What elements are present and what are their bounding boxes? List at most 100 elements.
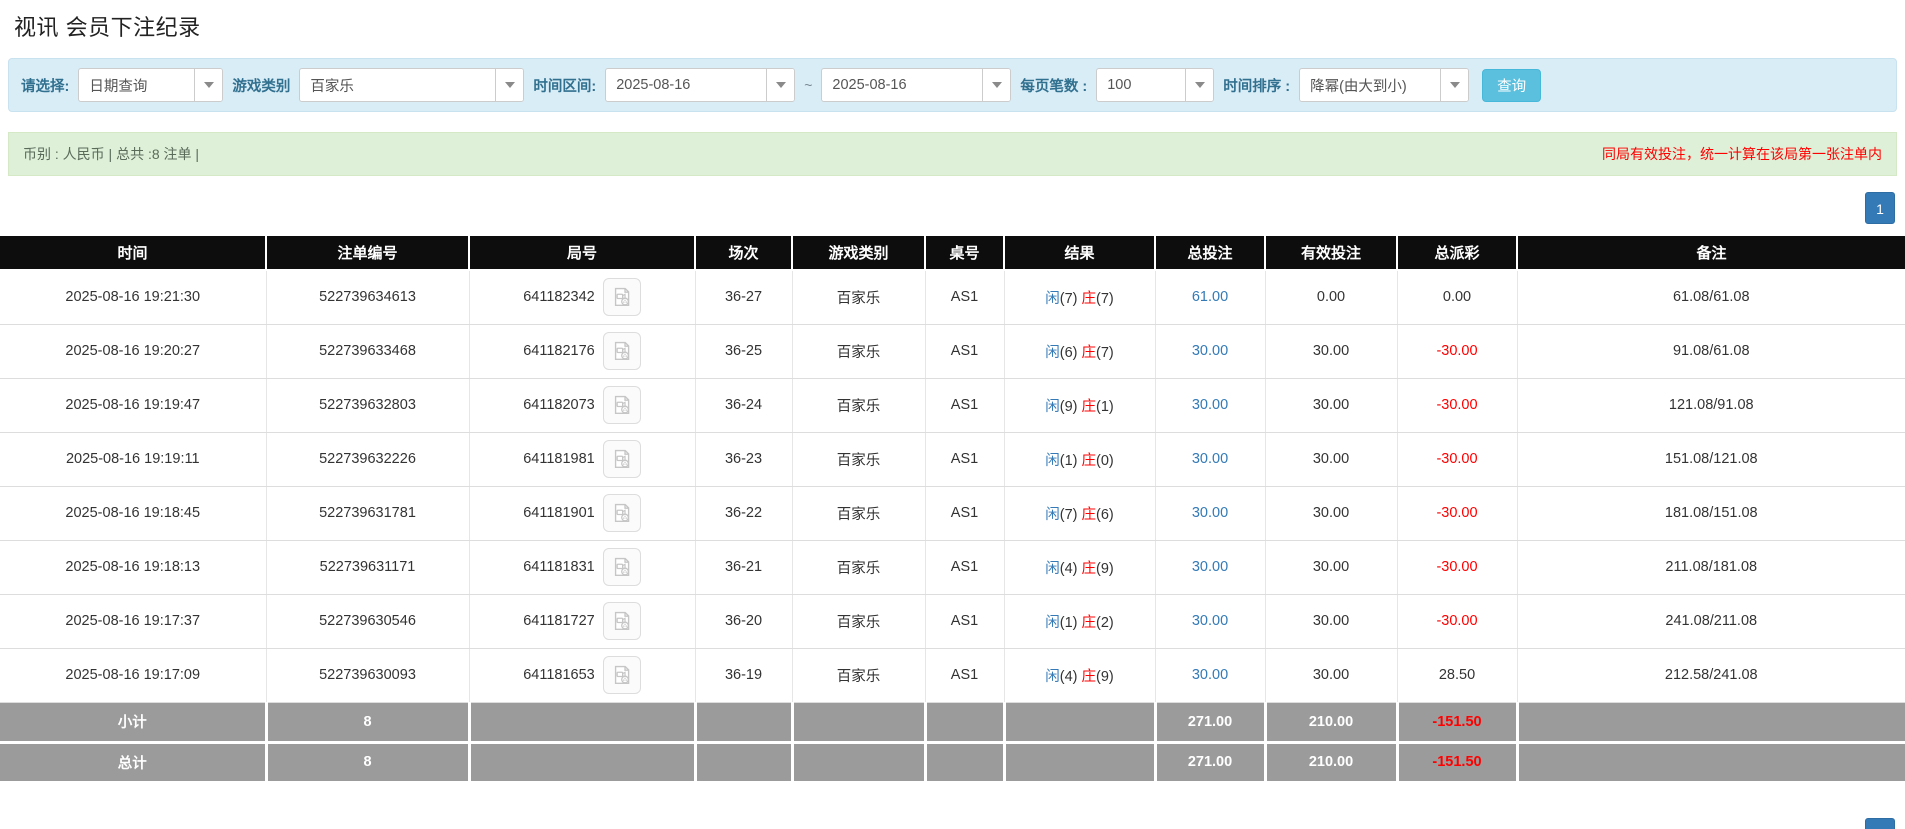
result-player: 闲: [1045, 291, 1060, 307]
payout-cell: -30.00: [1397, 324, 1517, 378]
chevron-down-icon: [194, 69, 222, 101]
round-id-cell: 641181981: [469, 432, 695, 486]
game-type-cell: 百家乐: [792, 540, 925, 594]
result-banker: 庄: [1082, 399, 1097, 415]
page-1-button[interactable]: 1: [1865, 192, 1895, 224]
total-row-cell: [925, 742, 1004, 782]
date-from-select[interactable]: 2025-08-16: [605, 68, 795, 102]
column-header: 局号: [469, 236, 695, 270]
video-replay-icon: [611, 610, 633, 632]
subtotal-row: 小计8271.00210.00-151.50: [0, 702, 1905, 742]
pagination-top: 1: [10, 192, 1895, 224]
result-player: 闲: [1045, 399, 1060, 415]
column-header: 总派彩: [1397, 236, 1517, 270]
round-number: 641182342: [523, 289, 595, 305]
game-type-cell: 百家乐: [792, 594, 925, 648]
game-type-select[interactable]: 百家乐: [299, 68, 524, 102]
result-cell: 闲(4) 庄(9): [1004, 540, 1155, 594]
table-no-cell: AS1: [925, 378, 1004, 432]
total-bet-link[interactable]: 30.00: [1192, 343, 1228, 359]
bet-id-cell: 522739630546: [266, 594, 469, 648]
round-id-cell: 641181727: [469, 594, 695, 648]
total-bet-link[interactable]: 30.00: [1192, 559, 1228, 575]
video-replay-button[interactable]: [603, 494, 641, 532]
result-cell: 闲(9) 庄(1): [1004, 378, 1155, 432]
round-number: 641182073: [523, 397, 595, 413]
query-type-select[interactable]: 日期查询: [78, 68, 223, 102]
payout-cell: 28.50: [1397, 648, 1517, 702]
total-row-cell: [1517, 742, 1905, 782]
game-type-cell: 百家乐: [792, 324, 925, 378]
subtotal-row-cell: 8: [266, 702, 469, 742]
subtotal-row-cell: 小计: [0, 702, 266, 742]
result-cell: 闲(4) 庄(9): [1004, 648, 1155, 702]
bet-id-cell: 522739630093: [266, 648, 469, 702]
total-row-cell: 8: [266, 742, 469, 782]
video-replay-button[interactable]: [603, 602, 641, 640]
table-no-cell: AS1: [925, 324, 1004, 378]
session-cell: 36-25: [695, 324, 792, 378]
result-player: 闲: [1045, 453, 1060, 469]
select-type-label: 请选择:: [21, 75, 69, 96]
date-to-select[interactable]: 2025-08-16: [821, 68, 1011, 102]
table-no-cell: AS1: [925, 486, 1004, 540]
column-header: 注单编号: [266, 236, 469, 270]
video-replay-button[interactable]: [603, 386, 641, 424]
video-replay-button[interactable]: [603, 440, 641, 478]
total-bet-cell: 30.00: [1155, 378, 1265, 432]
total-bet-link[interactable]: 61.00: [1192, 289, 1228, 305]
total-bet-link[interactable]: 30.00: [1192, 667, 1228, 683]
column-header: 有效投注: [1265, 236, 1397, 270]
video-replay-icon: [611, 394, 633, 416]
valid-bet-cell: 30.00: [1265, 594, 1397, 648]
sort-select[interactable]: 降幂(由大到小): [1299, 68, 1469, 102]
pagination-bottom-button[interactable]: 1: [1865, 818, 1895, 829]
subtotal-row-cell: [925, 702, 1004, 742]
valid-bet-cell: 30.00: [1265, 378, 1397, 432]
table-no-cell: AS1: [925, 594, 1004, 648]
subtotal-row-cell: -151.50: [1397, 702, 1517, 742]
payout-cell: 0.00: [1397, 270, 1517, 324]
time-cell: 2025-08-16 19:19:11: [0, 432, 266, 486]
video-replay-icon: [611, 556, 633, 578]
remark-cell: 211.08/181.08: [1517, 540, 1905, 594]
video-replay-button[interactable]: [603, 548, 641, 586]
valid-bet-cell: 30.00: [1265, 486, 1397, 540]
per-page-label: 每页笔数 :: [1020, 75, 1087, 96]
total-bet-cell: 61.00: [1155, 270, 1265, 324]
chevron-down-icon: [1185, 69, 1213, 101]
time-cell: 2025-08-16 19:18:13: [0, 540, 266, 594]
video-replay-button[interactable]: [603, 278, 641, 316]
result-banker: 庄: [1082, 507, 1097, 523]
result-banker: 庄: [1082, 345, 1097, 361]
video-replay-button[interactable]: [603, 332, 641, 370]
session-cell: 36-22: [695, 486, 792, 540]
result-player: 闲: [1045, 615, 1060, 631]
per-page-select[interactable]: 100: [1096, 68, 1214, 102]
remark-cell: 61.08/61.08: [1517, 270, 1905, 324]
valid-bet-cell: 30.00: [1265, 324, 1397, 378]
video-replay-icon: [611, 286, 633, 308]
video-replay-button[interactable]: [603, 656, 641, 694]
time-cell: 2025-08-16 19:19:47: [0, 378, 266, 432]
betting-records-page: 视讯 会员下注纪录 请选择: 日期查询 游戏类别 百家乐 时间区间: 2025-…: [0, 0, 1905, 829]
query-button[interactable]: 查询: [1482, 69, 1541, 102]
column-header: 时间: [0, 236, 266, 270]
valid-bet-cell: 0.00: [1265, 270, 1397, 324]
total-bet-link[interactable]: 30.00: [1192, 613, 1228, 629]
table-row: 2025-08-16 19:20:27522739633468641182176…: [0, 324, 1905, 378]
total-bet-link[interactable]: 30.00: [1192, 451, 1228, 467]
round-id-cell: 641181901: [469, 486, 695, 540]
subtotal-row-cell: 210.00: [1265, 702, 1397, 742]
total-bet-link[interactable]: 30.00: [1192, 397, 1228, 413]
bet-id-cell: 522739631171: [266, 540, 469, 594]
table-no-cell: AS1: [925, 432, 1004, 486]
total-bet-link[interactable]: 30.00: [1192, 505, 1228, 521]
round-id-cell: 641182073: [469, 378, 695, 432]
chevron-down-icon: [766, 69, 794, 101]
subtotal-row-cell: [695, 702, 792, 742]
video-replay-icon: [611, 664, 633, 686]
round-number: 641181901: [523, 505, 595, 521]
payout-cell: -30.00: [1397, 486, 1517, 540]
table-row: 2025-08-16 19:19:11522739632226641181981…: [0, 432, 1905, 486]
